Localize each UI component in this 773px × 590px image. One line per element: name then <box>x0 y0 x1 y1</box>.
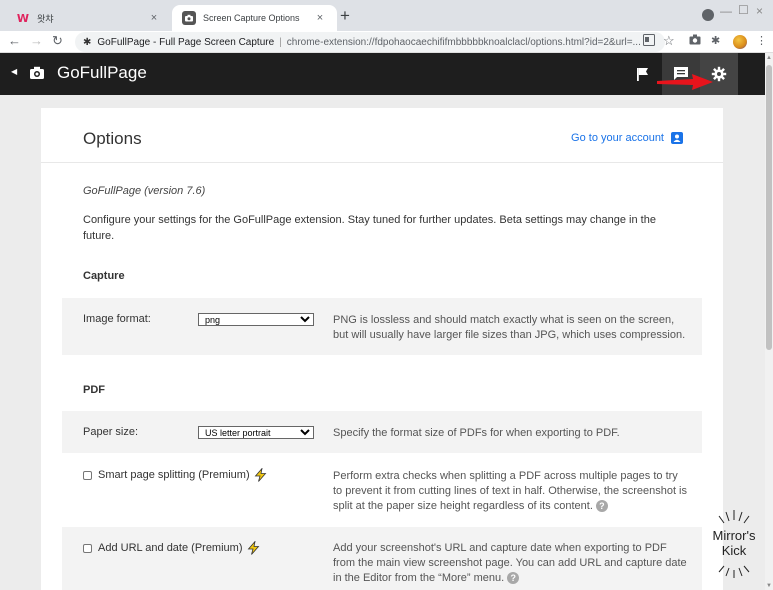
address-separator: | <box>279 36 282 48</box>
tab-title: 왓챠 <box>37 13 54 24</box>
section-heading-capture: Capture <box>83 270 125 282</box>
camera-icon <box>182 11 196 25</box>
add-url-option[interactable]: Add URL and date (Premium) <box>83 541 260 555</box>
window-close-icon[interactable]: × <box>756 4 763 18</box>
smart-split-label: Smart page splitting (Premium) <box>98 469 250 481</box>
w-logo-icon: W <box>16 11 30 25</box>
smart-split-option[interactable]: Smart page splitting (Premium) <box>83 468 267 482</box>
extensions-puzzle-icon[interactable]: ✱ <box>711 34 720 47</box>
brand-title: GoFullPage <box>57 63 147 82</box>
kebab-menu-icon[interactable]: ⋮ <box>756 34 767 47</box>
star-icon[interactable]: ☆ <box>663 33 675 49</box>
browser-toolbar: ← → ↻ ✱ GoFullPage - Full Page Screen Ca… <box>0 31 773 53</box>
account-link[interactable]: Go to your account <box>571 132 683 144</box>
image-format-row: Image format: png PNG is lossless and sh… <box>62 298 702 355</box>
camera-logo-icon <box>29 65 45 81</box>
scroll-up-icon[interactable]: ▲ <box>766 55 772 61</box>
image-format-select[interactable]: png <box>198 313 314 326</box>
image-format-label: Image format: <box>83 313 151 325</box>
avatar[interactable] <box>733 35 747 49</box>
close-icon[interactable]: × <box>313 12 327 24</box>
translate-icon[interactable] <box>643 34 655 49</box>
help-icon[interactable]: ? <box>507 572 520 585</box>
options-card: Options Go to your account GoFullPage (v… <box>41 108 723 590</box>
paper-size-select[interactable]: US letter portrait <box>198 426 314 439</box>
card-header: Options Go to your account <box>41 108 723 163</box>
add-url-row: Add URL and date (Premium) Add your scre… <box>62 527 702 590</box>
reload-icon[interactable]: ↻ <box>52 33 63 49</box>
add-url-label: Add URL and date (Premium) <box>98 542 243 554</box>
account-link-label: Go to your account <box>571 132 664 144</box>
smart-split-row: Smart page splitting (Premium) Perform e… <box>62 453 702 527</box>
scroll-down-icon[interactable]: ▼ <box>766 583 772 589</box>
red-arrow-annotation <box>657 74 713 90</box>
site-name: GoFullPage - Full Page Screen Capture <box>97 36 275 48</box>
caret-left-icon[interactable]: ◀ <box>11 67 17 76</box>
watermark-line2: Kick <box>721 543 747 558</box>
tab-watcha[interactable]: W 왓챠 × <box>6 5 171 31</box>
help-icon[interactable]: ? <box>595 500 608 513</box>
new-tab-button[interactable]: + <box>340 6 350 26</box>
smart-split-description-text: Perform extra checks when splitting a PD… <box>333 470 687 512</box>
page-scrollbar[interactable]: ▲ ▼ <box>765 53 773 590</box>
forward-arrow-icon[interactable]: → <box>30 33 43 48</box>
section-heading-pdf: PDF <box>83 384 105 396</box>
back-arrow-icon[interactable]: ← <box>8 33 21 48</box>
image-format-description: PNG is lossless and should match exactly… <box>333 314 686 341</box>
page-title: Options <box>83 129 142 148</box>
flag-icon[interactable] <box>634 65 652 83</box>
intro-text: Configure your settings for the GoFullPa… <box>83 214 656 242</box>
tab-strip: W 왓챠 × Screen Capture Options × + — ☐ × <box>0 0 773 31</box>
paper-size-label: Paper size: <box>83 426 139 438</box>
add-url-description: Add your screenshot's URL and capture da… <box>333 541 689 586</box>
smart-split-description: Perform extra checks when splitting a PD… <box>333 469 689 514</box>
scrollbar-thumb[interactable] <box>766 65 772 350</box>
profile-icon[interactable] <box>702 9 714 21</box>
paper-size-description: Specify the format size of PDFs for when… <box>333 427 620 439</box>
minimize-icon[interactable]: — <box>720 4 732 18</box>
address-url: chrome-extension://fdpohaocaechififmbbbb… <box>286 36 641 48</box>
watermark-line1: Mirror's <box>712 528 756 543</box>
app-header: ◀ GoFullPage <box>0 53 765 95</box>
puzzle-icon: ✱ <box>83 36 92 48</box>
tab-title: Screen Capture Options <box>203 13 300 23</box>
mirrors-kick-watermark: Mirror's Kick <box>705 508 763 580</box>
version-text: GoFullPage (version 7.6) <box>83 185 206 197</box>
lightning-bolt-icon <box>254 468 266 482</box>
tab-screen-capture-options[interactable]: Screen Capture Options × <box>172 5 337 31</box>
account-box-icon <box>671 132 683 144</box>
smart-split-checkbox[interactable] <box>83 470 92 480</box>
camera-extension-icon[interactable] <box>689 34 701 48</box>
address-bar[interactable]: ✱ GoFullPage - Full Page Screen Capture … <box>75 32 665 52</box>
paper-size-row: Paper size: US letter portrait Specify t… <box>62 411 702 453</box>
add-url-checkbox[interactable] <box>83 543 92 553</box>
lightning-bolt-icon <box>247 541 259 555</box>
close-icon[interactable]: × <box>147 12 161 24</box>
maximize-icon[interactable]: ☐ <box>738 3 749 17</box>
